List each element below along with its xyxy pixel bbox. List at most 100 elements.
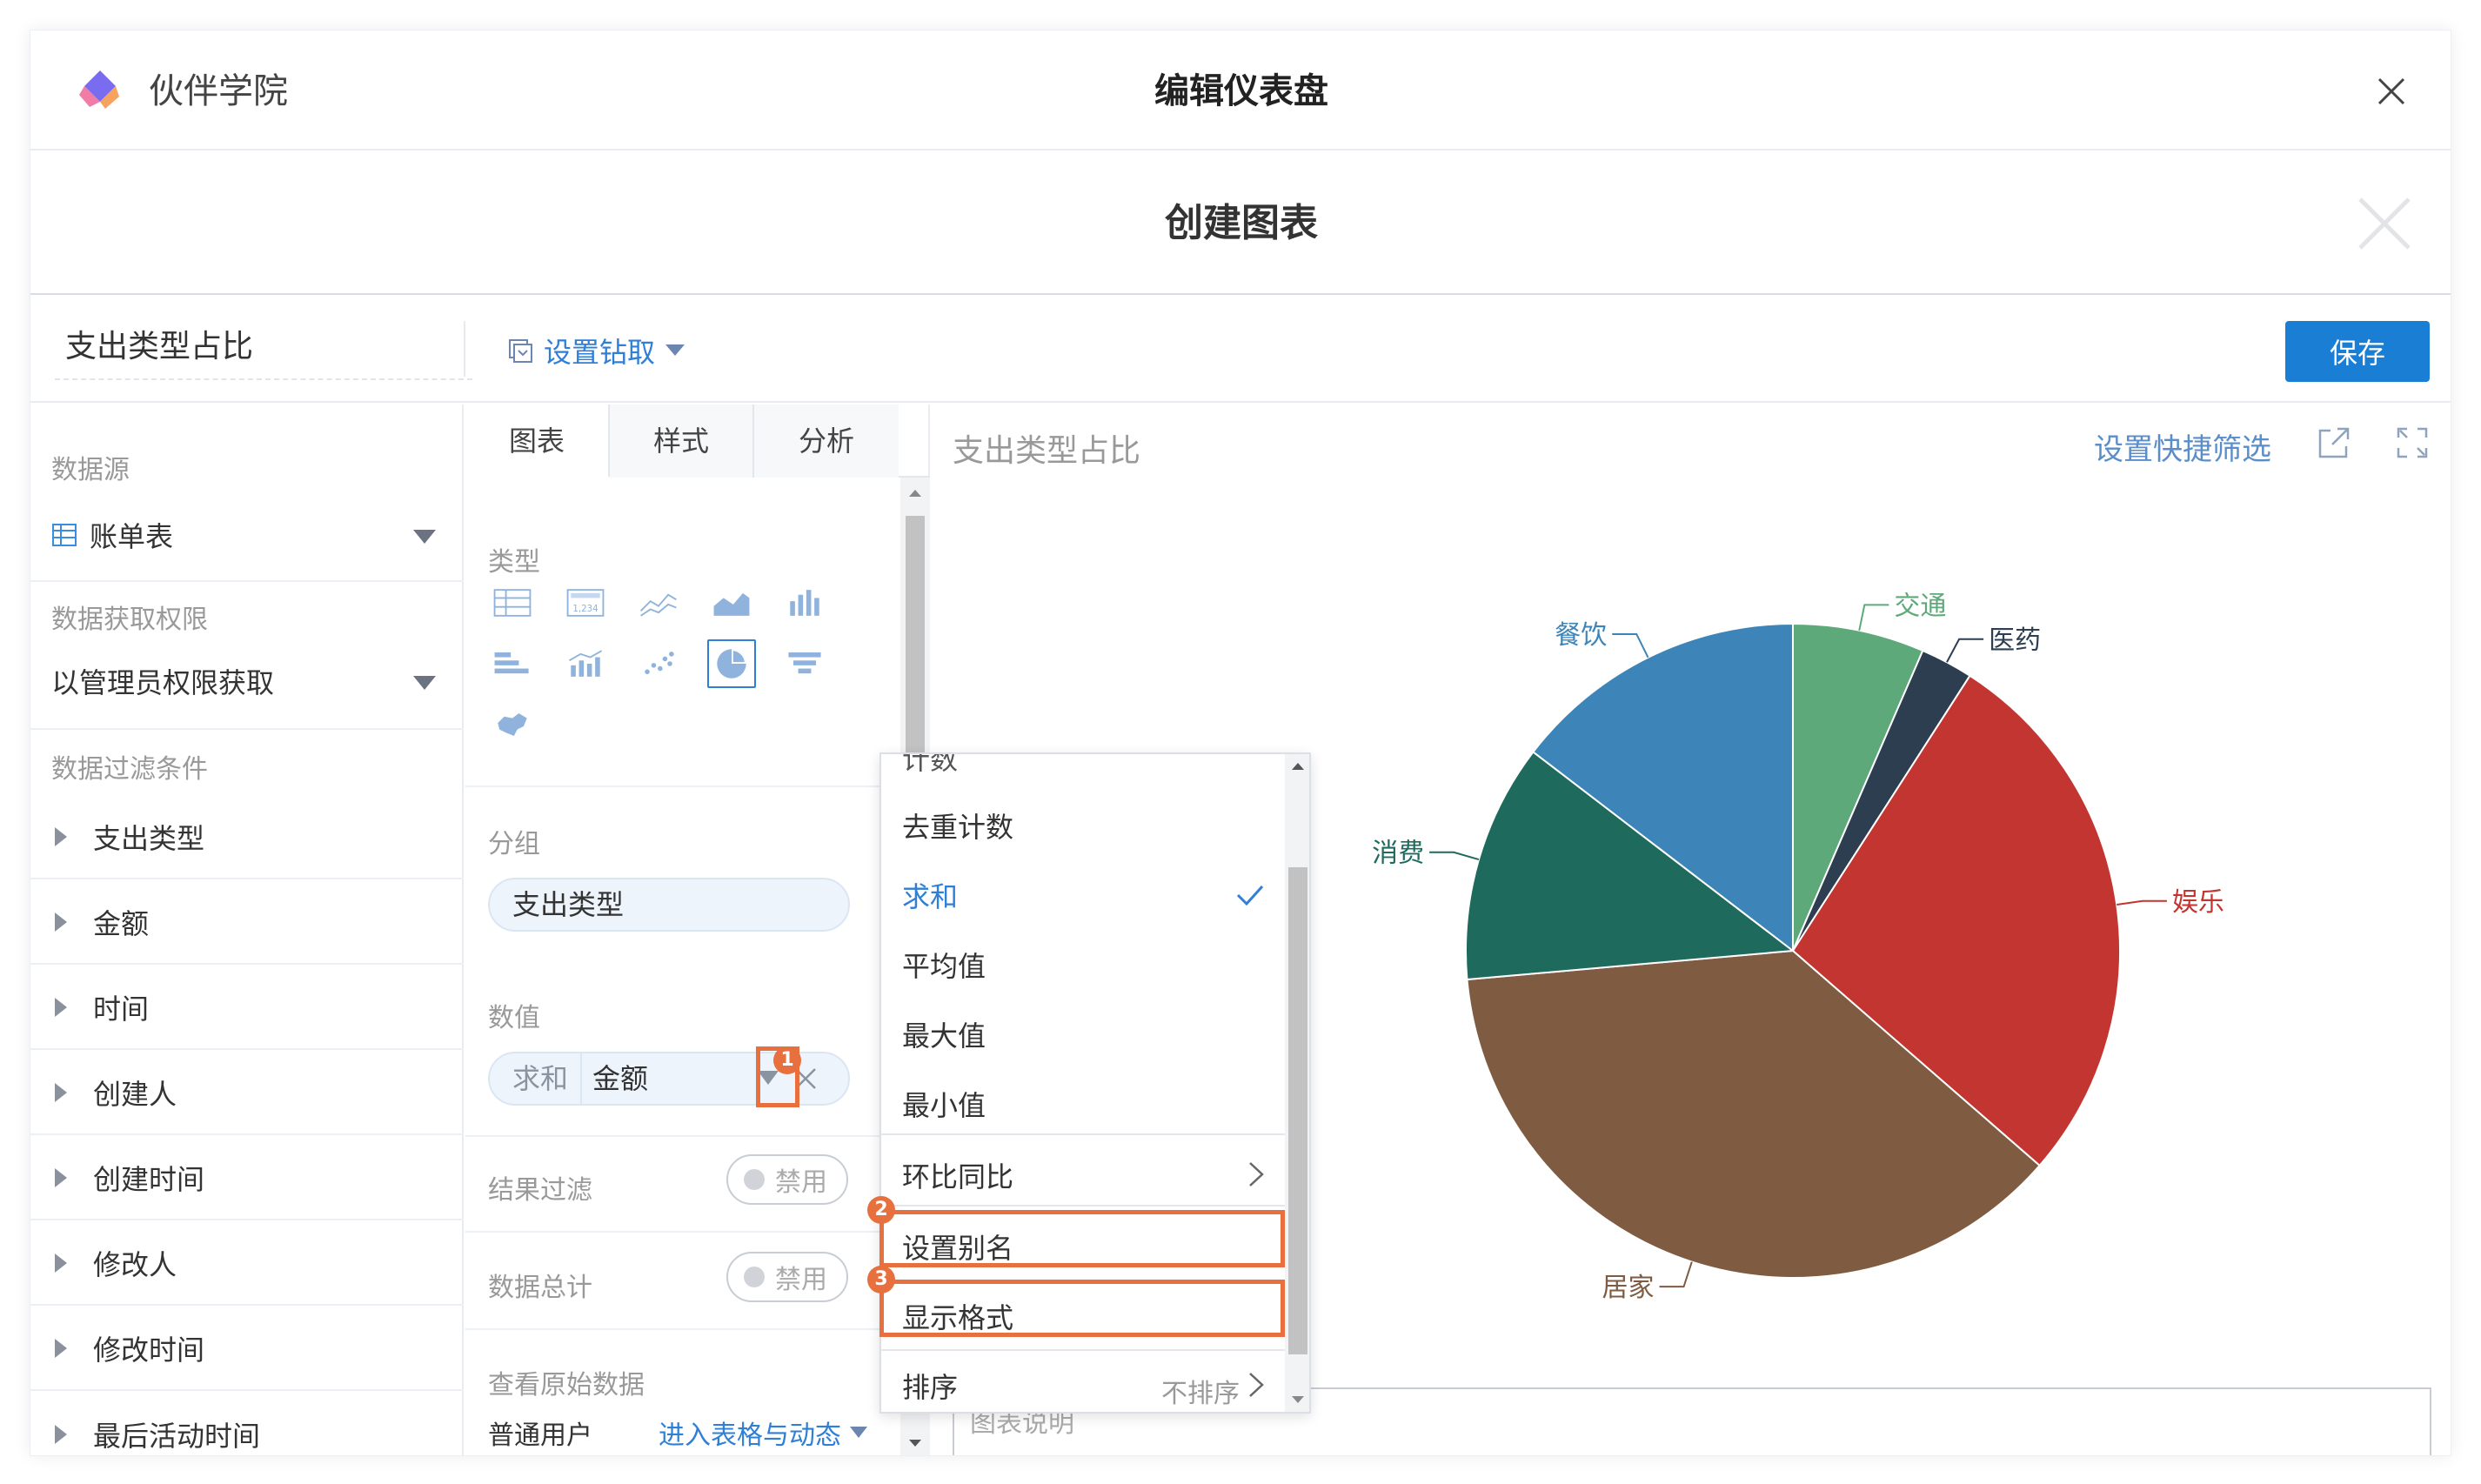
- field-label: 最后活动时间: [93, 1420, 261, 1453]
- number-card-icon[interactable]: 1,234: [561, 578, 610, 627]
- field-item-time[interactable]: 时间: [30, 966, 464, 1050]
- field-item-creator[interactable]: 创建人: [30, 1052, 464, 1135]
- raw-data-label: 查看原始数据: [488, 1370, 645, 1400]
- datasource-value: 账单表: [90, 520, 174, 553]
- total-label: 数据总计: [488, 1273, 592, 1303]
- map-chart-icon[interactable]: [488, 700, 537, 749]
- tab-analysis[interactable]: 分析: [754, 404, 899, 478]
- pie-leader-line-2: [2117, 899, 2167, 906]
- drill-button[interactable]: 设置钻取: [507, 324, 685, 377]
- scroll-down-icon[interactable]: [1290, 1394, 1306, 1405]
- step-badge-3: 3: [867, 1266, 895, 1293]
- menu-item-sum[interactable]: 求和: [881, 860, 1285, 930]
- scroll-up-icon[interactable]: [907, 488, 923, 498]
- datasource-select[interactable]: 账单表: [51, 509, 451, 561]
- result-filter-label: 结果过滤: [488, 1175, 592, 1206]
- funnel-chart-icon[interactable]: [780, 639, 829, 688]
- filter-label: 数据过滤条件: [51, 754, 208, 785]
- settings-tabs: 图表 样式 分析: [465, 404, 930, 478]
- bar-chart-icon[interactable]: [780, 578, 829, 627]
- scrollbar-thumb[interactable]: [906, 516, 925, 759]
- expand-triangle-icon: [55, 1083, 67, 1102]
- toggle-knob: [744, 1169, 765, 1190]
- toggle-text: 禁用: [775, 1167, 827, 1198]
- data-config-panel: 数据源 账单表 数据获取权限 以管理员权限获取 数据过滤条件 支出类型 金额 时…: [30, 404, 464, 1455]
- field-item-last-activity[interactable]: 最后活动时间: [30, 1393, 464, 1455]
- save-button[interactable]: 保存: [2285, 321, 2430, 382]
- line-chart-icon[interactable]: [634, 578, 683, 627]
- pie-label-4: 消费: [1372, 839, 1424, 869]
- pie-label-1: 医药: [1989, 625, 2041, 656]
- app-root: 伙伴学院 编辑仪表盘 创建图表 支出类型占比 设置钻取 保存 数据源 账单表 数…: [0, 0, 2481, 1484]
- pie-chart-icon[interactable]: [707, 639, 756, 688]
- field-item-amount[interactable]: 金额: [30, 881, 464, 965]
- app-header: 伙伴学院 编辑仪表盘: [30, 30, 2451, 150]
- menu-item-min[interactable]: 最小值: [881, 1069, 1285, 1139]
- horizontal-bar-icon[interactable]: [488, 639, 537, 688]
- menu-item-period-compare[interactable]: 环比同比: [881, 1140, 1285, 1210]
- menu-divider: [881, 1133, 1285, 1135]
- combo-chart-icon[interactable]: [561, 639, 610, 688]
- pie-leader-line-1: [1946, 638, 1984, 663]
- pie-label-2: 娱乐: [2172, 887, 2224, 918]
- divider: [465, 785, 900, 787]
- close-icon[interactable]: [2372, 72, 2411, 110]
- menu-item-average[interactable]: 平均值: [881, 930, 1285, 999]
- chevron-right-icon: [1249, 1162, 1264, 1187]
- expand-triangle-icon: [55, 1168, 67, 1187]
- value-field-label: 金额: [592, 1062, 649, 1095]
- permission-select[interactable]: 以管理员权限获取: [51, 655, 451, 707]
- group-field-pill[interactable]: 支出类型: [488, 878, 850, 932]
- expand-triangle-icon: [55, 998, 67, 1017]
- toolbar-divider: [464, 321, 465, 377]
- field-item-created-at[interactable]: 创建时间: [30, 1137, 464, 1220]
- field-label: 创建时间: [93, 1163, 205, 1196]
- chevron-down-icon: [413, 530, 436, 544]
- expand-triangle-icon: [55, 1425, 67, 1444]
- permission-label: 数据获取权限: [51, 605, 208, 635]
- pie-leader-line-4: [1429, 851, 1480, 861]
- table-icon: [52, 524, 77, 546]
- divider: [465, 1231, 900, 1233]
- menu-scrollbar-thumb[interactable]: [1288, 867, 1307, 1354]
- menu-item-count[interactable]: 计数: [881, 754, 1285, 792]
- chart-settings-panel: 图表 样式 分析 类型 1,234 分组 支出类型 数值 求和 金额 结果过滤 …: [465, 404, 930, 1455]
- scroll-down-icon[interactable]: [907, 1438, 923, 1448]
- expand-triangle-icon: [55, 1339, 67, 1358]
- chevron-right-icon: [1249, 1373, 1264, 1397]
- scatter-chart-icon[interactable]: [634, 639, 683, 688]
- menu-item-distinct-count[interactable]: 去重计数: [881, 791, 1285, 860]
- chart-name-input[interactable]: 支出类型占比: [55, 314, 472, 380]
- value-label: 数值: [488, 1003, 540, 1033]
- field-item-modifier[interactable]: 修改人: [30, 1222, 464, 1306]
- tab-chart[interactable]: 图表: [465, 404, 610, 478]
- menu-item-max[interactable]: 最大值: [881, 999, 1285, 1069]
- field-label: 创建人: [93, 1078, 177, 1111]
- area-chart-icon[interactable]: [707, 578, 756, 627]
- pie-leader-line-5: [1612, 632, 1649, 658]
- menu-divider: [881, 1205, 1285, 1207]
- step-badge-2: 2: [867, 1196, 895, 1224]
- dashboard-title: 编辑仪表盘: [1154, 71, 1328, 111]
- highlight-box-2: [879, 1210, 1285, 1267]
- pie-slices: [1465, 622, 2121, 1279]
- table-chart-icon[interactable]: [488, 578, 537, 627]
- tab-style[interactable]: 样式: [610, 404, 754, 478]
- field-label: 支出类型: [93, 822, 205, 855]
- divider: [30, 728, 464, 730]
- chart-toolbar: 支出类型占比 设置钻取 保存: [30, 297, 2451, 403]
- value-agg-label: 求和: [490, 1053, 583, 1104]
- field-item-type[interactable]: 支出类型: [30, 796, 464, 879]
- result-filter-toggle[interactable]: 禁用: [726, 1154, 848, 1205]
- field-item-modified-at[interactable]: 修改时间: [30, 1307, 464, 1391]
- raw-data-link[interactable]: 进入表格与动态: [659, 1414, 867, 1452]
- pie-label-3: 居家: [1602, 1273, 1655, 1303]
- datasource-label: 数据源: [51, 455, 130, 485]
- dialog-close-icon[interactable]: [2355, 194, 2414, 253]
- pie-leader-line-3: [1659, 1261, 1693, 1288]
- scroll-up-icon[interactable]: [1290, 761, 1306, 772]
- sort-value: 不排序: [1161, 1379, 1240, 1409]
- total-toggle[interactable]: 禁用: [726, 1252, 848, 1302]
- dashboard-editor-window: 伙伴学院 编辑仪表盘 创建图表 支出类型占比 设置钻取 保存 数据源 账单表 数…: [30, 30, 2451, 1456]
- chevron-down-icon: [413, 676, 436, 690]
